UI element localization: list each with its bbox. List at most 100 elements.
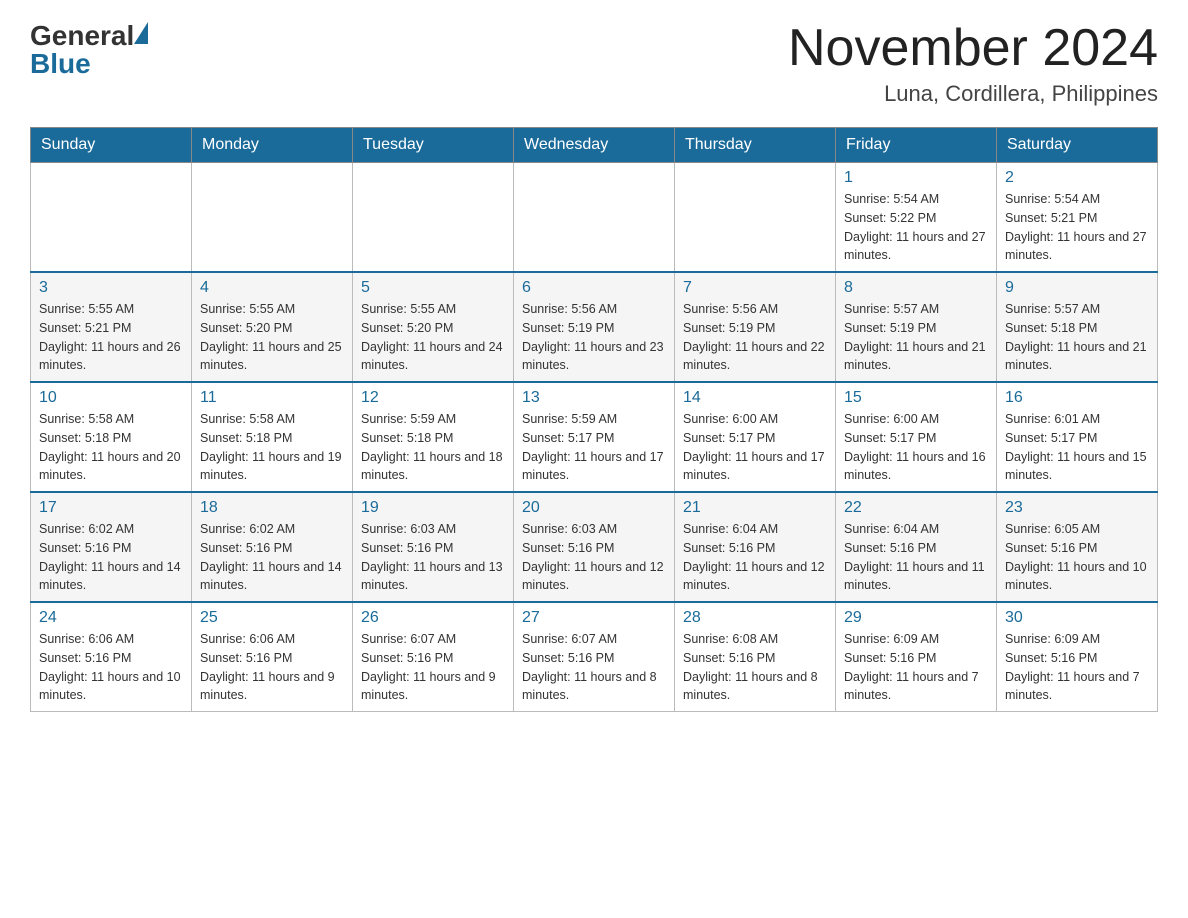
- calendar-cell: 2 Sunrise: 5:54 AM Sunset: 5:21 PM Daylig…: [997, 163, 1158, 273]
- day-number: 30: [1005, 609, 1149, 627]
- calendar-week-row: 24 Sunrise: 6:06 AM Sunset: 5:16 PM Dayli…: [31, 602, 1158, 712]
- calendar-cell: 9 Sunrise: 5:57 AM Sunset: 5:18 PM Daylig…: [997, 272, 1158, 382]
- day-number: 6: [522, 279, 666, 297]
- calendar-cell: 20 Sunrise: 6:03 AM Sunset: 5:16 PM Dayli…: [514, 492, 675, 602]
- day-info: Sunrise: 5:54 AM Sunset: 5:22 PM Dayligh…: [844, 190, 988, 265]
- calendar-cell: 13Sunrise: 5:59 AM Sunset: 5:17 PM Dayli…: [514, 382, 675, 492]
- calendar-cell: 23 Sunrise: 6:05 AM Sunset: 5:16 PM Dayli…: [997, 492, 1158, 602]
- day-info: Sunrise: 5:55 AM Sunset: 5:21 PM Dayligh…: [39, 300, 183, 375]
- day-info: Sunrise: 6:02 AM Sunset: 5:16 PM Dayligh…: [39, 520, 183, 595]
- day-info: Sunrise: 6:00 AM Sunset: 5:17 PM Dayligh…: [844, 410, 988, 485]
- day-number: 11: [200, 389, 344, 407]
- day-info: Sunrise: 5:58 AM Sunset: 5:18 PM Dayligh…: [39, 410, 183, 485]
- day-info: Sunrise: 5:59 AM Sunset: 5:17 PM Dayligh…: [522, 410, 666, 485]
- day-info: Sunrise: 6:09 AM Sunset: 5:16 PM Dayligh…: [844, 630, 988, 705]
- day-number: 9: [1005, 279, 1149, 297]
- day-info: Sunrise: 6:08 AM Sunset: 5:16 PM Dayligh…: [683, 630, 827, 705]
- day-info: Sunrise: 5:56 AM Sunset: 5:19 PM Dayligh…: [522, 300, 666, 375]
- calendar-cell: 14Sunrise: 6:00 AM Sunset: 5:17 PM Dayli…: [675, 382, 836, 492]
- calendar-week-row: 3Sunrise: 5:55 AM Sunset: 5:21 PM Daylig…: [31, 272, 1158, 382]
- day-info: Sunrise: 5:56 AM Sunset: 5:19 PM Dayligh…: [683, 300, 827, 375]
- calendar-cell: 19Sunrise: 6:03 AM Sunset: 5:16 PM Dayli…: [353, 492, 514, 602]
- day-number: 7: [683, 279, 827, 297]
- calendar-cell: 4Sunrise: 5:55 AM Sunset: 5:20 PM Daylig…: [192, 272, 353, 382]
- day-number: 25: [200, 609, 344, 627]
- day-info: Sunrise: 6:07 AM Sunset: 5:16 PM Dayligh…: [361, 630, 505, 705]
- day-info: Sunrise: 6:01 AM Sunset: 5:17 PM Dayligh…: [1005, 410, 1149, 485]
- calendar-header-row: SundayMondayTuesdayWednesdayThursdayFrid…: [31, 128, 1158, 163]
- calendar-cell: 25 Sunrise: 6:06 AM Sunset: 5:16 PM Dayli…: [192, 602, 353, 712]
- day-number: 21: [683, 499, 827, 517]
- calendar-header-wednesday: Wednesday: [514, 128, 675, 163]
- calendar-table: SundayMondayTuesdayWednesdayThursdayFrid…: [30, 127, 1158, 712]
- calendar-cell: 10 Sunrise: 5:58 AM Sunset: 5:18 PM Dayli…: [31, 382, 192, 492]
- calendar-header-monday: Monday: [192, 128, 353, 163]
- logo-text-blue: Blue: [30, 48, 148, 80]
- day-info: Sunrise: 6:03 AM Sunset: 5:16 PM Dayligh…: [522, 520, 666, 595]
- calendar-cell: 6 Sunrise: 5:56 AM Sunset: 5:19 PM Daylig…: [514, 272, 675, 382]
- day-info: Sunrise: 6:09 AM Sunset: 5:16 PM Dayligh…: [1005, 630, 1149, 705]
- day-number: 14: [683, 389, 827, 407]
- calendar-header-friday: Friday: [836, 128, 997, 163]
- calendar-cell: 27Sunrise: 6:07 AM Sunset: 5:16 PM Dayli…: [514, 602, 675, 712]
- day-number: 19: [361, 499, 505, 517]
- calendar-cell: 30 Sunrise: 6:09 AM Sunset: 5:16 PM Dayli…: [997, 602, 1158, 712]
- calendar-cell: [192, 163, 353, 273]
- day-number: 18: [200, 499, 344, 517]
- calendar-cell: 16 Sunrise: 6:01 AM Sunset: 5:17 PM Dayli…: [997, 382, 1158, 492]
- calendar-cell: 17 Sunrise: 6:02 AM Sunset: 5:16 PM Dayli…: [31, 492, 192, 602]
- day-number: 17: [39, 499, 183, 517]
- day-number: 1: [844, 169, 988, 187]
- calendar-cell: 5 Sunrise: 5:55 AM Sunset: 5:20 PM Daylig…: [353, 272, 514, 382]
- day-number: 24: [39, 609, 183, 627]
- day-number: 12: [361, 389, 505, 407]
- calendar-cell: [31, 163, 192, 273]
- month-title: November 2024: [788, 20, 1158, 77]
- day-number: 23: [1005, 499, 1149, 517]
- logo: General Blue: [30, 20, 148, 80]
- day-info: Sunrise: 6:06 AM Sunset: 5:16 PM Dayligh…: [200, 630, 344, 705]
- day-info: Sunrise: 5:59 AM Sunset: 5:18 PM Dayligh…: [361, 410, 505, 485]
- calendar-week-row: 17 Sunrise: 6:02 AM Sunset: 5:16 PM Dayli…: [31, 492, 1158, 602]
- day-number: 27: [522, 609, 666, 627]
- calendar-cell: 8 Sunrise: 5:57 AM Sunset: 5:19 PM Daylig…: [836, 272, 997, 382]
- calendar-cell: 24 Sunrise: 6:06 AM Sunset: 5:16 PM Dayli…: [31, 602, 192, 712]
- day-info: Sunrise: 6:05 AM Sunset: 5:16 PM Dayligh…: [1005, 520, 1149, 595]
- calendar-week-row: 1 Sunrise: 5:54 AM Sunset: 5:22 PM Daylig…: [31, 163, 1158, 273]
- day-number: 28: [683, 609, 827, 627]
- calendar-cell: 21 Sunrise: 6:04 AM Sunset: 5:16 PM Dayli…: [675, 492, 836, 602]
- day-info: Sunrise: 6:04 AM Sunset: 5:16 PM Dayligh…: [683, 520, 827, 595]
- calendar-week-row: 10 Sunrise: 5:58 AM Sunset: 5:18 PM Dayli…: [31, 382, 1158, 492]
- day-info: Sunrise: 5:55 AM Sunset: 5:20 PM Dayligh…: [361, 300, 505, 375]
- day-info: Sunrise: 5:57 AM Sunset: 5:18 PM Dayligh…: [1005, 300, 1149, 375]
- day-number: 8: [844, 279, 988, 297]
- day-number: 29: [844, 609, 988, 627]
- logo-triangle-icon: [134, 22, 148, 44]
- calendar-cell: 22Sunrise: 6:04 AM Sunset: 5:16 PM Dayli…: [836, 492, 997, 602]
- calendar-cell: 7 Sunrise: 5:56 AM Sunset: 5:19 PM Daylig…: [675, 272, 836, 382]
- calendar-header-saturday: Saturday: [997, 128, 1158, 163]
- day-number: 5: [361, 279, 505, 297]
- day-number: 10: [39, 389, 183, 407]
- location-title: Luna, Cordillera, Philippines: [788, 81, 1158, 107]
- calendar-cell: 12 Sunrise: 5:59 AM Sunset: 5:18 PM Dayli…: [353, 382, 514, 492]
- calendar-cell: 28 Sunrise: 6:08 AM Sunset: 5:16 PM Dayli…: [675, 602, 836, 712]
- day-info: Sunrise: 5:57 AM Sunset: 5:19 PM Dayligh…: [844, 300, 988, 375]
- day-number: 16: [1005, 389, 1149, 407]
- day-info: Sunrise: 5:58 AM Sunset: 5:18 PM Dayligh…: [200, 410, 344, 485]
- day-info: Sunrise: 6:02 AM Sunset: 5:16 PM Dayligh…: [200, 520, 344, 595]
- title-section: November 2024 Luna, Cordillera, Philippi…: [788, 20, 1158, 107]
- day-info: Sunrise: 5:54 AM Sunset: 5:21 PM Dayligh…: [1005, 190, 1149, 265]
- calendar-cell: 18 Sunrise: 6:02 AM Sunset: 5:16 PM Dayli…: [192, 492, 353, 602]
- calendar-cell: [353, 163, 514, 273]
- calendar-cell: 29 Sunrise: 6:09 AM Sunset: 5:16 PM Dayli…: [836, 602, 997, 712]
- day-number: 20: [522, 499, 666, 517]
- calendar-cell: 15Sunrise: 6:00 AM Sunset: 5:17 PM Dayli…: [836, 382, 997, 492]
- day-info: Sunrise: 6:06 AM Sunset: 5:16 PM Dayligh…: [39, 630, 183, 705]
- calendar-cell: 26 Sunrise: 6:07 AM Sunset: 5:16 PM Dayli…: [353, 602, 514, 712]
- day-number: 22: [844, 499, 988, 517]
- calendar-cell: 3Sunrise: 5:55 AM Sunset: 5:21 PM Daylig…: [31, 272, 192, 382]
- day-number: 26: [361, 609, 505, 627]
- day-info: Sunrise: 5:55 AM Sunset: 5:20 PM Dayligh…: [200, 300, 344, 375]
- day-number: 2: [1005, 169, 1149, 187]
